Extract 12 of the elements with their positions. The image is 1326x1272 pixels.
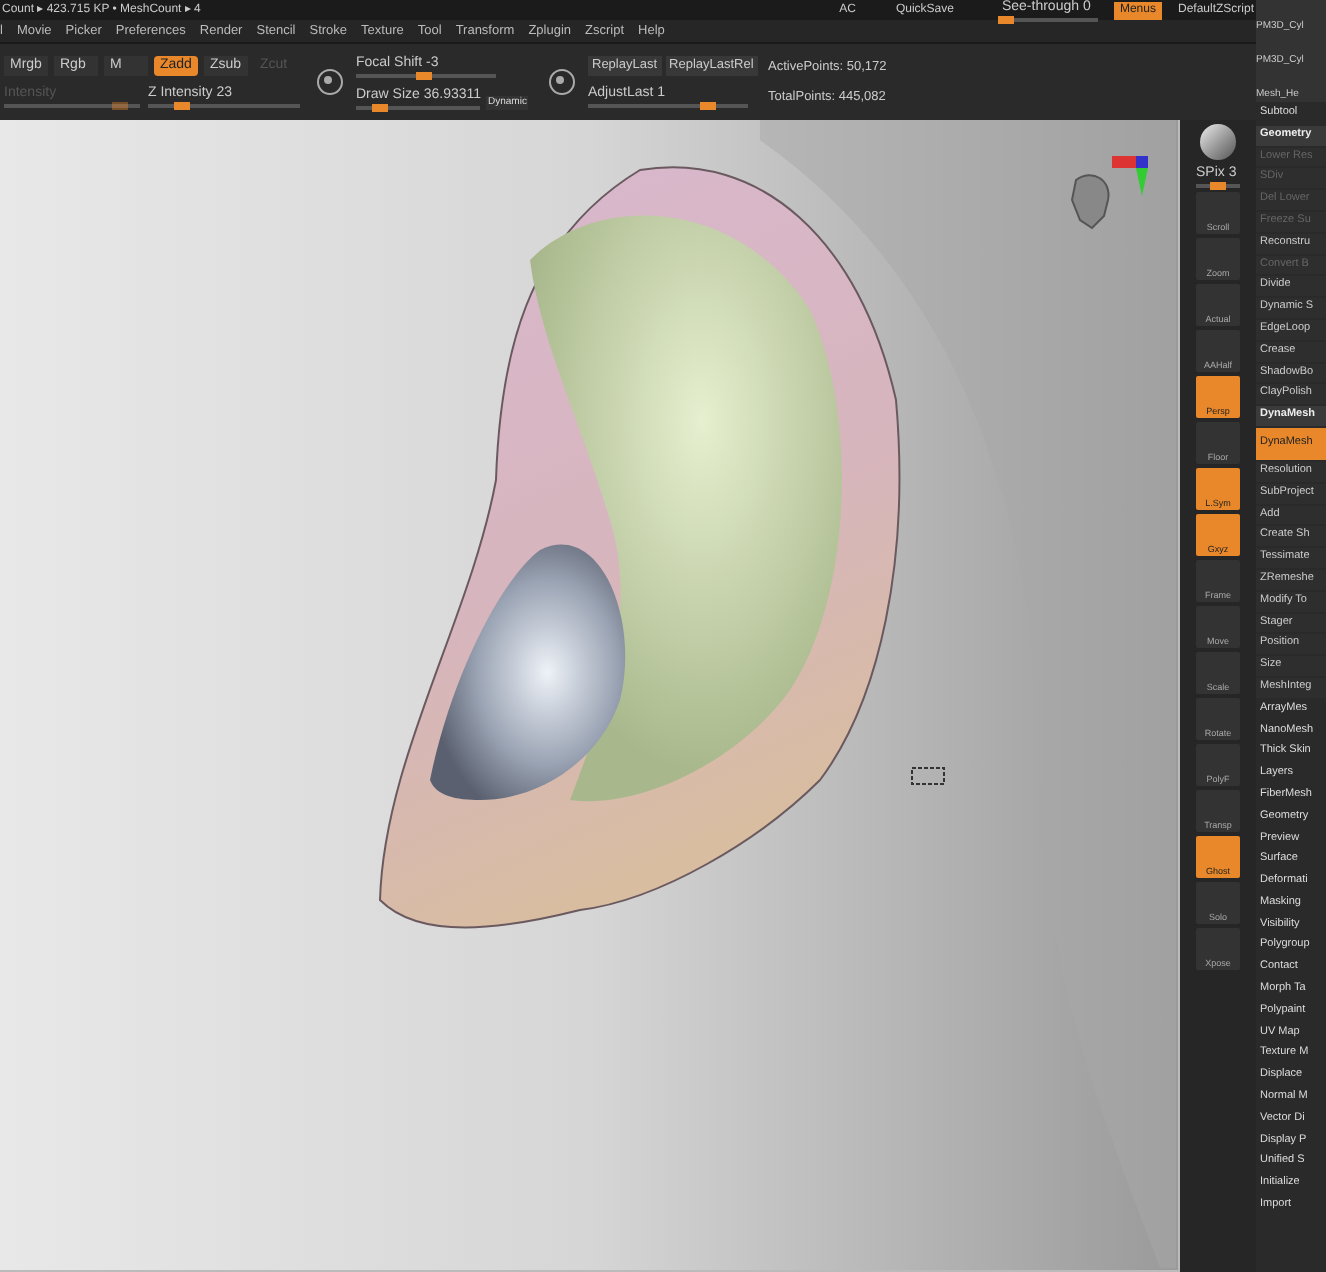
slider-thumb[interactable] bbox=[1210, 182, 1226, 190]
cursor-icon bbox=[910, 764, 946, 788]
slider-thumb[interactable] bbox=[998, 16, 1015, 24]
slider-thumb[interactable] bbox=[700, 101, 716, 110]
slider-thumb[interactable] bbox=[372, 104, 389, 112]
brush-icon[interactable] bbox=[548, 68, 576, 96]
slider-thumb[interactable] bbox=[415, 72, 432, 80]
slider-thumb[interactable] bbox=[174, 102, 191, 111]
brush-icon[interactable] bbox=[316, 68, 344, 96]
slider-track[interactable] bbox=[148, 104, 300, 109]
slider-track[interactable] bbox=[588, 103, 748, 108]
slider-track[interactable] bbox=[4, 104, 140, 109]
